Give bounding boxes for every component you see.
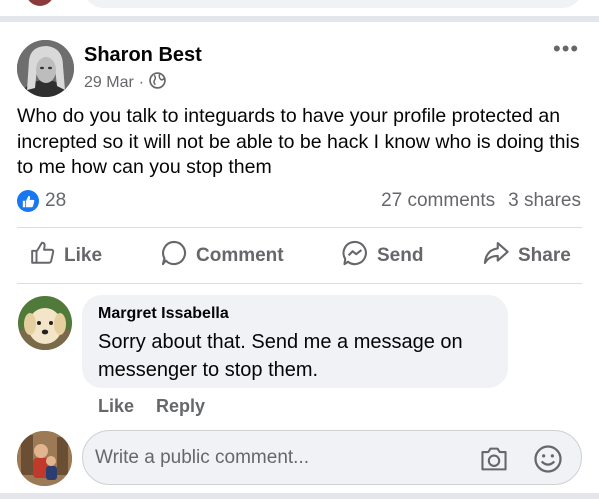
previous-commenter-avatar[interactable]: [26, 0, 54, 6]
commenter-name[interactable]: Margret Issabella: [98, 305, 492, 323]
author-avatar[interactable]: [17, 40, 74, 97]
comment-input[interactable]: Write a public comment...: [82, 430, 582, 485]
comment-actions: Like Reply: [98, 396, 205, 417]
comment-label: Comment: [196, 245, 284, 266]
bottom-separator: [0, 493, 599, 499]
like-button[interactable]: Like: [30, 234, 102, 278]
meta-separator: ·: [138, 74, 145, 91]
shares-count[interactable]: 3 shares: [508, 190, 581, 212]
globe-icon[interactable]: [149, 72, 166, 94]
comment-text: Sorry about that. Send me a message on m…: [98, 331, 463, 381]
engagement-counts: 27 comments 3 shares: [381, 190, 581, 212]
reaction-count: 28: [45, 190, 67, 211]
comment-like-link[interactable]: Like: [98, 396, 134, 417]
current-user-avatar[interactable]: [17, 431, 72, 486]
share-button[interactable]: Share: [482, 234, 571, 278]
like-label: Like: [64, 245, 103, 266]
previous-comment-bubble: [84, 0, 582, 8]
send-button[interactable]: Send: [341, 234, 423, 278]
comment-bubble-icon: [160, 239, 188, 273]
comments-count[interactable]: 27 comments: [381, 190, 495, 212]
comment-reply-link[interactable]: Reply: [156, 396, 205, 417]
share-arrow-icon: [482, 240, 510, 272]
actions-top-divider: [17, 227, 582, 228]
comment-button[interactable]: Comment: [160, 234, 284, 278]
camera-icon[interactable]: [478, 443, 510, 475]
emoji-icon[interactable]: [532, 443, 564, 475]
author-name[interactable]: Sharon Best: [84, 44, 202, 67]
post-action-bar: Like Comment Send Share: [0, 234, 599, 278]
post-date[interactable]: 29 Mar: [84, 74, 134, 92]
previous-comment-strip: [0, 0, 599, 16]
messenger-icon: [341, 239, 369, 273]
reaction-summary[interactable]: 28: [17, 190, 66, 212]
share-label: Share: [518, 245, 571, 266]
post-meta: 29 Mar ·: [84, 72, 166, 94]
comment-bubble: Margret Issabella Sorry about that. Send…: [82, 295, 508, 388]
comment-input-placeholder: Write a public comment...: [95, 447, 310, 468]
actions-bottom-divider: [17, 283, 582, 284]
thumbs-up-icon: [30, 240, 56, 272]
post-separator: [0, 16, 599, 22]
commenter-avatar[interactable]: [18, 296, 72, 350]
send-label: Send: [377, 245, 424, 266]
post-text: Who do you talk to integuards to have yo…: [17, 105, 580, 178]
like-reaction-icon: [17, 190, 39, 212]
more-options-button[interactable]: •••: [553, 38, 579, 60]
